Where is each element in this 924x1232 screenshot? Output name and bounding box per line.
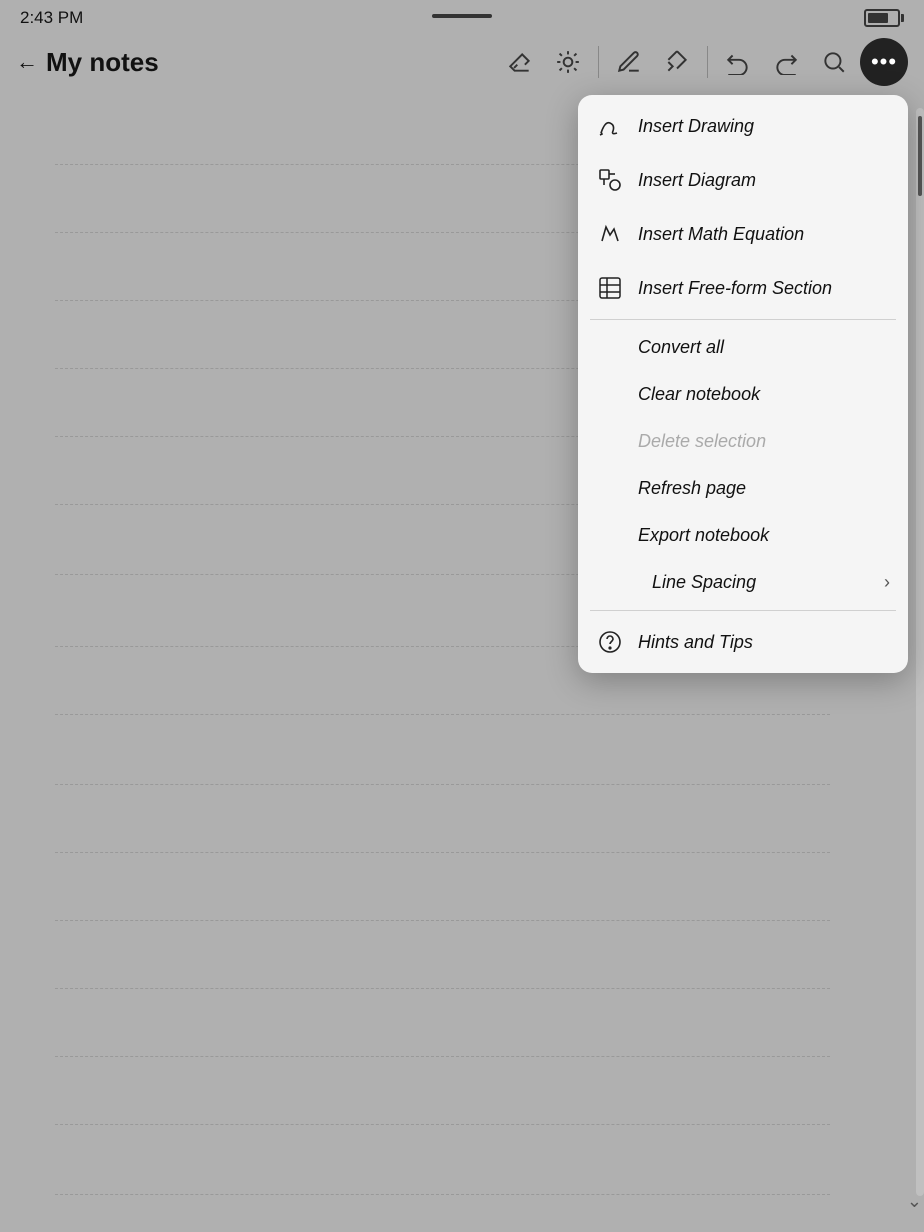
battery-icon: [864, 9, 904, 27]
toolbar-divider-2: [707, 46, 708, 78]
pen-button[interactable]: [607, 40, 651, 84]
toolbar: ← My notes: [0, 32, 924, 92]
math-icon: [596, 220, 624, 248]
menu-item-insert-diagram-label: Insert Diagram: [638, 170, 890, 191]
highlighter-icon: [664, 49, 690, 75]
more-dots-icon: •••: [871, 49, 897, 75]
page-title: My notes: [46, 47, 159, 78]
brightness-button[interactable]: [546, 40, 590, 84]
menu-item-insert-drawing[interactable]: Insert Drawing: [578, 99, 908, 153]
note-line: [55, 714, 830, 715]
note-line: [55, 988, 830, 989]
menu-section-hints: Hints and Tips: [578, 611, 908, 673]
status-bar: 2:43 PM: [0, 0, 924, 32]
drawing-icon: [596, 112, 624, 140]
menu-item-line-spacing-label: Line Spacing: [652, 572, 870, 593]
note-line: [55, 1056, 830, 1057]
menu-item-insert-drawing-label: Insert Drawing: [638, 116, 890, 137]
back-button[interactable]: ← My notes: [16, 47, 159, 78]
note-line: [55, 852, 830, 853]
menu-item-delete-selection: Delete selection: [578, 418, 908, 465]
undo-icon: [725, 49, 751, 75]
menu-section-insert: Insert Drawing Insert Diagram Insert Mat…: [578, 95, 908, 319]
menu-item-refresh-page[interactable]: Refresh page: [578, 465, 908, 512]
undo-button[interactable]: [716, 40, 760, 84]
status-time: 2:43 PM: [20, 8, 83, 28]
note-line: [55, 1194, 830, 1195]
eraser-icon: [507, 49, 533, 75]
menu-item-hints-tips-label: Hints and Tips: [638, 632, 890, 653]
menu-item-insert-diagram[interactable]: Insert Diagram: [578, 153, 908, 207]
menu-item-clear-notebook[interactable]: Clear notebook: [578, 371, 908, 418]
freeform-icon: [596, 274, 624, 302]
dropdown-menu: Insert Drawing Insert Diagram Insert Mat…: [578, 95, 908, 673]
note-line: [55, 784, 830, 785]
toolbar-divider: [598, 46, 599, 78]
back-arrow-icon: ←: [16, 49, 38, 75]
pen-icon: [616, 49, 642, 75]
question-icon: [596, 628, 624, 656]
search-button[interactable]: [812, 40, 856, 84]
brightness-icon: [555, 49, 581, 75]
redo-button[interactable]: [764, 40, 808, 84]
menu-item-insert-math-label: Insert Math Equation: [638, 224, 890, 245]
redo-icon: [773, 49, 799, 75]
diagram-icon: [596, 166, 624, 194]
menu-item-hints-tips[interactable]: Hints and Tips: [578, 615, 908, 669]
note-line: [55, 1124, 830, 1125]
highlighter-button[interactable]: [655, 40, 699, 84]
scrollbar-thumb[interactable]: [918, 116, 922, 196]
menu-item-insert-freeform[interactable]: Insert Free-form Section: [578, 261, 908, 315]
menu-item-insert-math[interactable]: Insert Math Equation: [578, 207, 908, 261]
scroll-chevron-down-icon[interactable]: ⌄: [907, 1191, 922, 1212]
menu-item-insert-freeform-label: Insert Free-form Section: [638, 278, 890, 299]
menu-item-export-notebook[interactable]: Export notebook: [578, 512, 908, 559]
menu-item-convert-all[interactable]: Convert all: [578, 324, 908, 371]
eraser-button[interactable]: [498, 40, 542, 84]
menu-section-actions: Convert all Clear notebook Delete select…: [578, 320, 908, 610]
chevron-right-icon: ›: [884, 572, 890, 593]
more-button[interactable]: •••: [860, 38, 908, 86]
search-icon: [821, 49, 847, 75]
menu-item-line-spacing[interactable]: Line Spacing ›: [578, 559, 908, 606]
status-notch: [432, 14, 492, 18]
scrollbar-track[interactable]: [916, 108, 924, 1196]
note-line: [55, 920, 830, 921]
